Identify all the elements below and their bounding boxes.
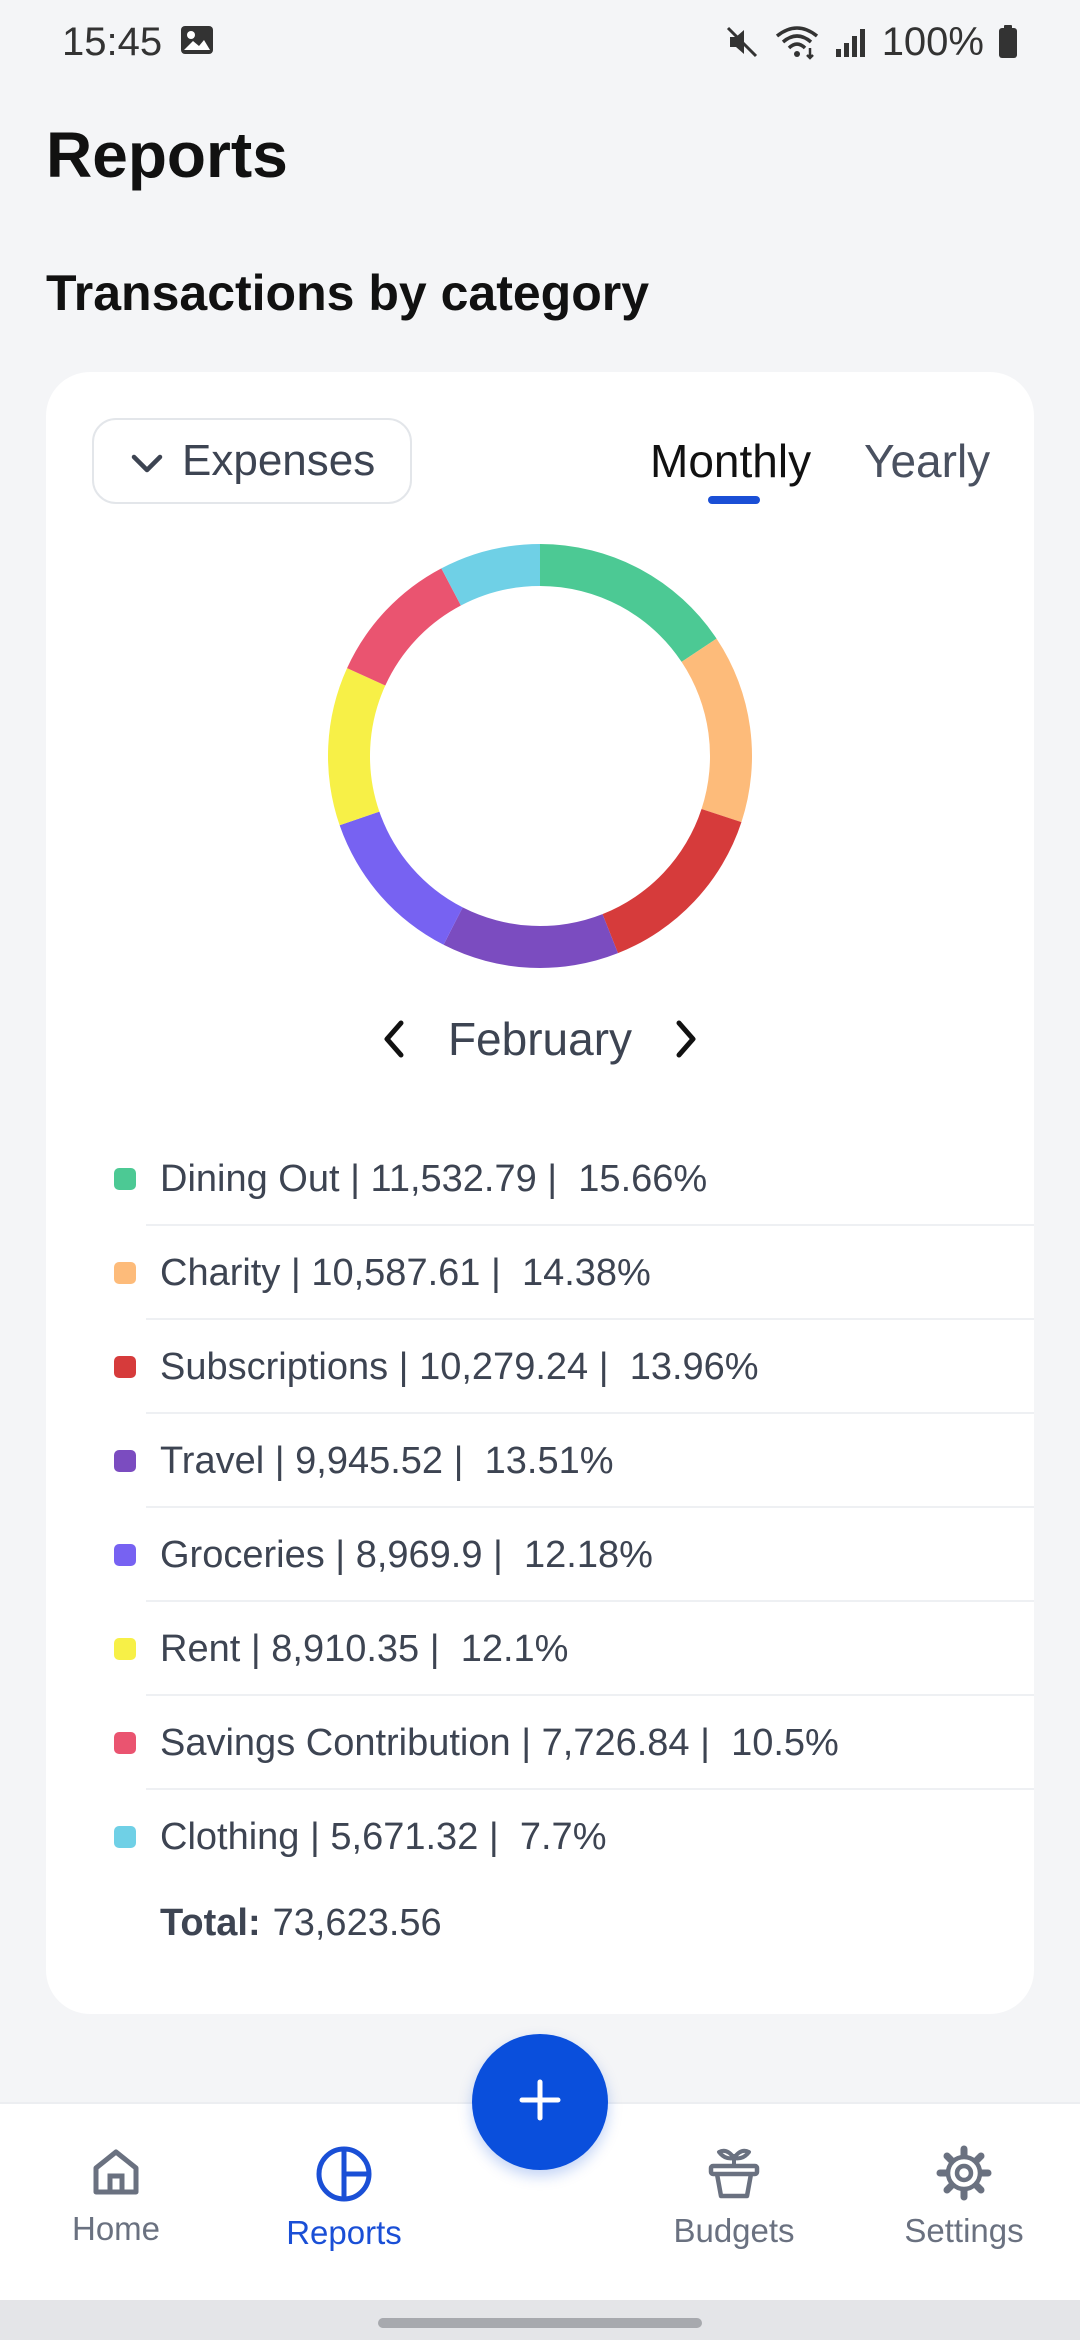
plus-icon bbox=[518, 2078, 562, 2127]
legend-swatch bbox=[114, 1826, 136, 1848]
wifi-icon bbox=[774, 24, 820, 60]
legend-item[interactable]: Groceries | 8,969.9 | 12.18% bbox=[46, 1508, 1034, 1602]
legend-swatch bbox=[114, 1356, 136, 1378]
gesture-bar bbox=[0, 2300, 1080, 2340]
legend-swatch bbox=[114, 1544, 136, 1566]
legend-text: Clothing | 5,671.32 | 7.7% bbox=[160, 1815, 607, 1858]
tab-yearly[interactable]: Yearly bbox=[864, 434, 990, 488]
legend-swatch bbox=[114, 1262, 136, 1284]
battery-percent: 100% bbox=[881, 19, 984, 64]
nav-home[interactable]: Home bbox=[16, 2144, 216, 2248]
nav-settings-label: Settings bbox=[904, 2212, 1024, 2249]
status-right: 100% bbox=[724, 20, 1018, 65]
gesture-handle[interactable] bbox=[378, 2318, 702, 2328]
legend-swatch bbox=[114, 1732, 136, 1754]
legend-item[interactable]: Charity | 10,587.61 | 14.38% bbox=[46, 1226, 1034, 1320]
donut-chart bbox=[328, 544, 752, 968]
nav-home-label: Home bbox=[71, 2210, 161, 2247]
section-title: Transactions by category bbox=[46, 265, 650, 321]
legend-swatch bbox=[114, 1168, 136, 1190]
tab-monthly[interactable]: Monthly bbox=[650, 434, 811, 488]
reports-icon bbox=[244, 2144, 444, 2204]
status-left: 15:45 bbox=[62, 20, 214, 65]
chevron-right-icon[interactable] bbox=[666, 1014, 706, 1064]
category-legend: Dining Out | 11,532.79 | 15.66% Charity … bbox=[46, 1132, 1034, 1884]
nav-settings[interactable]: Settings bbox=[864, 2144, 1064, 2250]
active-tab-indicator bbox=[708, 496, 760, 504]
status-time: 15:45 bbox=[62, 19, 163, 64]
home-icon bbox=[16, 2144, 216, 2200]
add-transaction-button[interactable] bbox=[472, 2034, 608, 2170]
signal-icon bbox=[834, 25, 868, 59]
donut-slice-subscriptions[interactable] bbox=[602, 808, 742, 954]
donut-slice-charity[interactable] bbox=[681, 638, 752, 823]
total-value: 73,623.56 bbox=[272, 1902, 442, 1944]
legend-text: Dining Out | 11,532.79 | 15.66% bbox=[160, 1157, 708, 1200]
nav-budgets[interactable]: Budgets bbox=[634, 2144, 834, 2250]
legend-item[interactable]: Rent | 8,910.35 | 12.1% bbox=[46, 1602, 1034, 1696]
total-label: Total: bbox=[160, 1902, 261, 1944]
legend-item[interactable]: Savings Contribution | 7,726.84 | 10.5% bbox=[46, 1696, 1034, 1790]
settings-icon bbox=[864, 2144, 1064, 2202]
legend-text: Travel | 9,945.52 | 13.51% bbox=[160, 1439, 614, 1482]
legend-item[interactable]: Dining Out | 11,532.79 | 15.66% bbox=[46, 1132, 1034, 1226]
nav-budgets-label: Budgets bbox=[673, 2212, 795, 2249]
donut-slice-dining-out[interactable] bbox=[540, 544, 717, 662]
nav-reports[interactable]: Reports bbox=[244, 2144, 444, 2252]
period-tabs: Monthly Yearly bbox=[46, 434, 1034, 514]
legend-text: Savings Contribution | 7,726.84 | 10.5% bbox=[160, 1721, 839, 1764]
status-bar: 15:45 100% bbox=[0, 0, 1080, 84]
legend-text: Charity | 10,587.61 | 14.38% bbox=[160, 1251, 651, 1294]
legend-text: Subscriptions | 10,279.24 | 13.96% bbox=[160, 1345, 759, 1388]
total-amount: Total: 73,623.56 bbox=[160, 1902, 442, 1945]
page-title: Reports bbox=[46, 119, 288, 191]
donut-slice-travel[interactable] bbox=[443, 907, 618, 968]
legend-swatch bbox=[114, 1638, 136, 1660]
legend-text: Groceries | 8,969.9 | 12.18% bbox=[160, 1533, 653, 1576]
mute-icon bbox=[724, 24, 760, 60]
image-icon bbox=[180, 20, 214, 65]
legend-item[interactable]: Subscriptions | 10,279.24 | 13.96% bbox=[46, 1320, 1034, 1414]
donut-slice-clothing[interactable] bbox=[441, 544, 540, 606]
current-month: February bbox=[447, 1013, 633, 1065]
battery-icon bbox=[998, 25, 1018, 59]
chevron-left-icon[interactable] bbox=[374, 1014, 414, 1064]
month-navigator: February bbox=[46, 1012, 1034, 1066]
legend-item[interactable]: Clothing | 5,671.32 | 7.7% bbox=[46, 1790, 1034, 1884]
legend-text: Rent | 8,910.35 | 12.1% bbox=[160, 1627, 569, 1670]
donut-slice-rent[interactable] bbox=[328, 668, 386, 826]
donut-slice-savings-contribution[interactable] bbox=[347, 568, 461, 686]
donut-slice-groceries[interactable] bbox=[339, 811, 463, 945]
legend-swatch bbox=[114, 1450, 136, 1472]
report-card: Expenses Monthly Yearly February Dining … bbox=[46, 372, 1034, 2014]
nav-reports-label: Reports bbox=[286, 2214, 402, 2251]
budgets-icon bbox=[634, 2144, 834, 2202]
legend-item[interactable]: Travel | 9,945.52 | 13.51% bbox=[46, 1414, 1034, 1508]
